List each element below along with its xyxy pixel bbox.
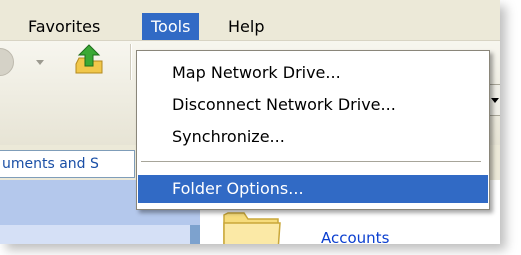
address-field[interactable]: uments and S [0, 150, 135, 178]
menu-item-folder-options[interactable]: Folder Options... [138, 175, 488, 203]
up-folder-icon[interactable] [72, 42, 106, 76]
menu-item-map-network-drive[interactable]: Map Network Drive... [138, 59, 488, 87]
toolbar-separator [130, 44, 132, 80]
task-pane-panel [0, 225, 190, 244]
menu-separator [141, 161, 481, 163]
menu-item-disconnect-network-drive[interactable]: Disconnect Network Drive... [138, 91, 488, 119]
menu-bar: Favorites Tools Help [0, 0, 500, 41]
folder-label-accounts[interactable]: Accounts [321, 229, 389, 244]
folder-icon[interactable] [222, 205, 282, 244]
menu-tools[interactable]: Tools [142, 13, 200, 40]
chevron-down-icon [491, 98, 499, 103]
dropdown-arrow-icon[interactable] [36, 60, 44, 65]
menu-item-synchronize[interactable]: Synchronize... [138, 123, 488, 151]
menu-help[interactable]: Help [219, 13, 273, 40]
menu-favorites[interactable]: Favorites [19, 13, 109, 40]
tools-dropdown-menu: Map Network Drive... Disconnect Network … [136, 50, 490, 210]
